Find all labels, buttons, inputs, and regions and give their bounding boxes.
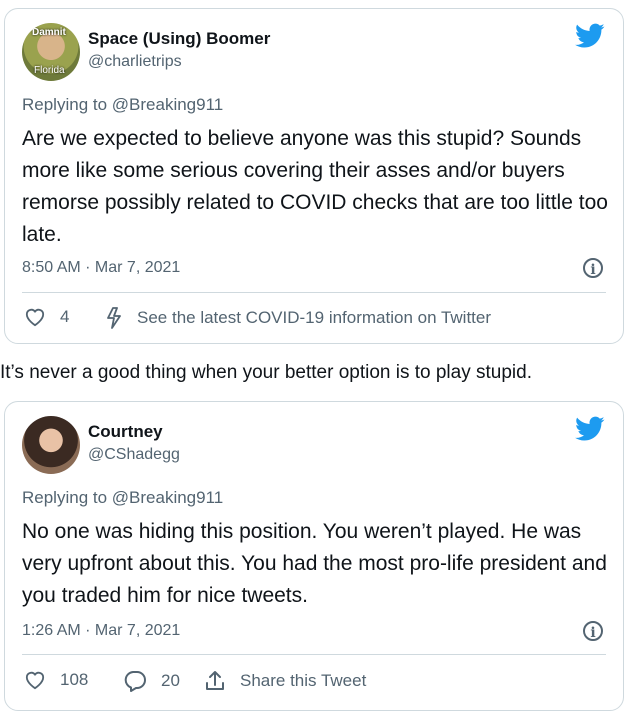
tweet-body: Are we expected to believe anyone was th… bbox=[22, 127, 608, 246]
divider bbox=[22, 292, 606, 293]
tweet-card-1[interactable]: Damnit Florida Space (Using) Boomer @cha… bbox=[4, 8, 624, 344]
divider bbox=[22, 654, 606, 655]
like-count: 108 bbox=[60, 670, 89, 689]
avatar[interactable] bbox=[22, 416, 80, 474]
bolt-icon bbox=[107, 307, 121, 329]
share-button[interactable]: Share this Tweet bbox=[204, 670, 366, 692]
display-name[interactable]: Space (Using) Boomer bbox=[88, 29, 270, 49]
tweet-timestamp[interactable]: 1:26 AM · Mar 7, 2021 bbox=[22, 622, 180, 640]
replying-to[interactable]: Replying to @Breaking911 bbox=[22, 488, 223, 508]
display-name[interactable]: Courtney bbox=[88, 422, 163, 442]
like-button[interactable]: 108 bbox=[24, 670, 88, 690]
like-button[interactable]: 4 bbox=[24, 307, 69, 327]
user-handle[interactable]: @CShadegg bbox=[88, 446, 180, 464]
covid-info-link[interactable]: See the latest COVID-19 information on T… bbox=[105, 307, 491, 329]
user-handle[interactable]: @charlietrips bbox=[88, 53, 182, 71]
twitter-bird-icon[interactable] bbox=[575, 23, 605, 49]
tweet-card-2[interactable]: Courtney @CShadegg Replying to @Breaking… bbox=[4, 401, 624, 711]
twitter-bird-icon[interactable] bbox=[575, 416, 605, 442]
avatar[interactable]: Damnit Florida bbox=[22, 23, 80, 81]
reply-count: 20 bbox=[161, 671, 180, 690]
avatar-caption-bottom: Florida bbox=[34, 65, 65, 76]
covid-info-label: See the latest COVID-19 information on T… bbox=[137, 308, 492, 327]
tweet-timestamp[interactable]: 8:50 AM · Mar 7, 2021 bbox=[22, 259, 180, 277]
info-icon[interactable]: i bbox=[583, 621, 603, 641]
replying-to[interactable]: Replying to @Breaking911 bbox=[22, 95, 223, 115]
reply-button[interactable]: 20 bbox=[123, 670, 180, 692]
reply-icon bbox=[124, 671, 146, 692]
share-label: Share this Tweet bbox=[240, 671, 367, 690]
info-icon[interactable]: i bbox=[583, 258, 603, 278]
share-icon bbox=[206, 671, 224, 690]
like-count: 4 bbox=[60, 307, 70, 326]
tweet-body: No one was hiding this position. You wer… bbox=[22, 520, 607, 607]
caption-text: It’s never a good thing when your better… bbox=[0, 362, 532, 383]
avatar-caption-top: Damnit bbox=[32, 27, 66, 38]
heart-icon bbox=[25, 308, 45, 327]
heart-icon bbox=[25, 671, 45, 690]
